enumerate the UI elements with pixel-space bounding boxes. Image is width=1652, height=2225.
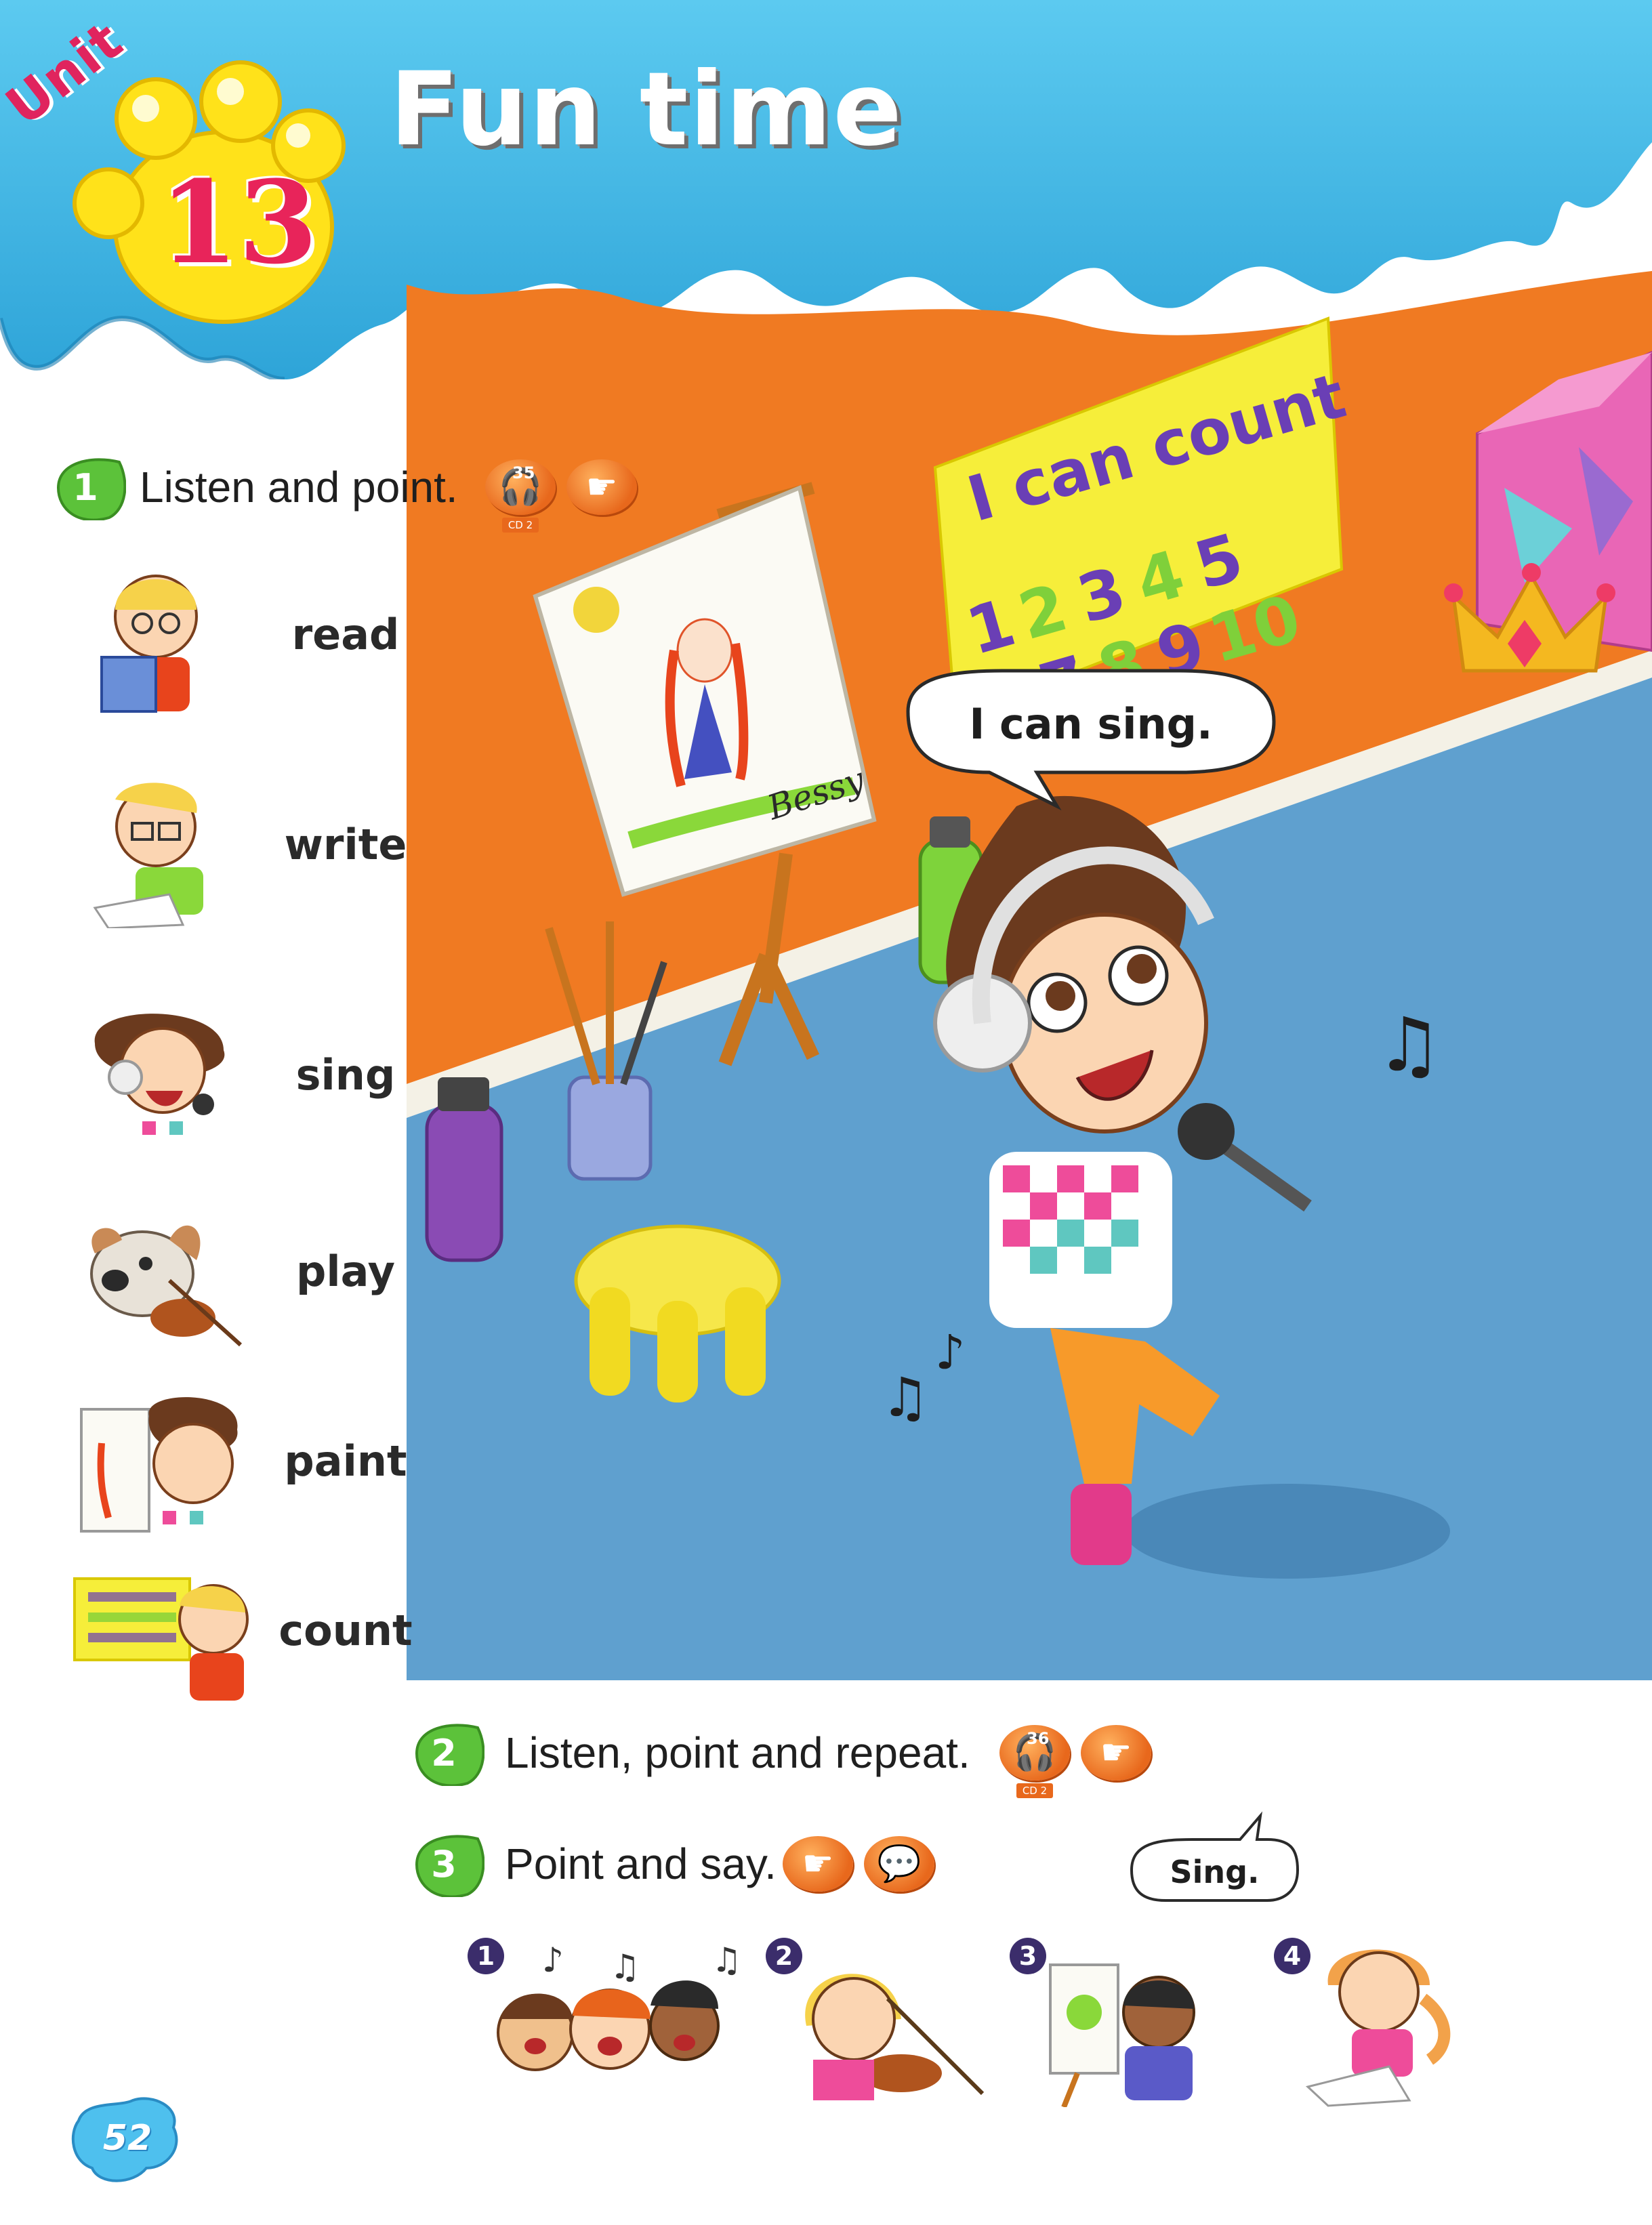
vocab-item-count[interactable]: count [54, 1558, 413, 1714]
speech-text: I can sing. [969, 699, 1212, 749]
music-note-icon: ♪ [935, 1325, 966, 1380]
step-1-badge: 1 [45, 455, 127, 522]
step-3-row: 3 Point and say. ☛ 💬 [403, 1829, 1013, 1911]
girl-singing-icon [94, 1014, 225, 1155]
step-2-row: 2 Listen, point and repeat. 🎧 36 CD 2 ☛ [403, 1715, 1216, 1804]
step-3-text: Point and say. [505, 1839, 777, 1888]
svg-text:♫: ♫ [711, 1945, 742, 1980]
girl-painting-icon [80, 1397, 238, 1541]
vocab-item-sing[interactable]: sing [54, 1003, 407, 1159]
svg-text:♪: ♪ [542, 1945, 564, 1980]
track-number: 35 [512, 463, 535, 482]
boy-counting-icon [73, 1577, 249, 1701]
practice-row: 1 ♪ ♫ ♫ 2 3 4 [468, 1931, 1484, 2107]
girl-writing-icon[interactable] [1294, 1931, 1470, 2107]
unit-number: 13 [159, 155, 318, 289]
vocab-word: play [296, 1247, 395, 1296]
boy-reading-icon [100, 575, 198, 713]
point-hand-icon[interactable]: ☛ [566, 459, 637, 515]
dog-playing-violin-icon [90, 1225, 243, 1347]
speech-icon[interactable]: 💬 [864, 1836, 934, 1892]
example-bubble-text: Sing. [1170, 1854, 1260, 1890]
page-number: 52 [102, 2118, 152, 2159]
vocab-word: read [291, 610, 400, 659]
page-number-badge: 52 [65, 2094, 187, 2188]
boy-writing-icon [93, 783, 203, 928]
vocab-word: sing [295, 1050, 396, 1100]
vocab-word: count [278, 1606, 413, 1655]
children-singing-icon[interactable]: ♪ ♫ ♫ [481, 1945, 752, 2107]
cd-label: CD 2 [1016, 1783, 1053, 1798]
music-note-icon: ♫ [1376, 1001, 1443, 1088]
point-hand-icon[interactable]: ☛ [1081, 1725, 1151, 1781]
example-bubble: Sing. [1118, 1809, 1301, 1917]
music-note-icon: ♫ [881, 1366, 930, 1429]
girl-playing-violin-icon[interactable] [786, 1945, 989, 2107]
page-title: Fun time [390, 51, 903, 169]
vocab-item-play[interactable]: play [54, 1199, 407, 1355]
listen-headphones-icon[interactable]: 🎧 35 [485, 459, 556, 515]
vocab-item-write[interactable]: write [54, 772, 407, 928]
cd-label: CD 2 [502, 518, 539, 533]
step-1-text: Listen and point. [140, 463, 458, 512]
vocab-word: paint [284, 1436, 407, 1486]
svg-text:♫: ♫ [610, 1947, 640, 1987]
step-2-text: Listen, point and repeat. [505, 1728, 970, 1777]
step-1-row: 1 Listen and point. 🎧 35 CD 2 ☛ [45, 453, 641, 534]
boy-painting-icon[interactable] [1037, 1945, 1213, 2107]
yellow-stool [574, 1224, 781, 1402]
track-number: 36 [1027, 1729, 1050, 1748]
step-3-badge: 3 [403, 1832, 485, 1898]
vocab-item-read[interactable]: read [54, 562, 407, 718]
step-1-number: 1 [73, 466, 98, 509]
point-hand-icon[interactable]: ☛ [783, 1836, 853, 1892]
vocab-word: write [284, 820, 407, 869]
step-3-number: 3 [431, 1843, 457, 1886]
vocab-item-paint[interactable]: paint [54, 1389, 407, 1545]
step-2-number: 2 [431, 1732, 457, 1774]
listen-headphones-icon[interactable]: 🎧 36 [999, 1725, 1070, 1781]
step-2-badge: 2 [403, 1721, 485, 1787]
